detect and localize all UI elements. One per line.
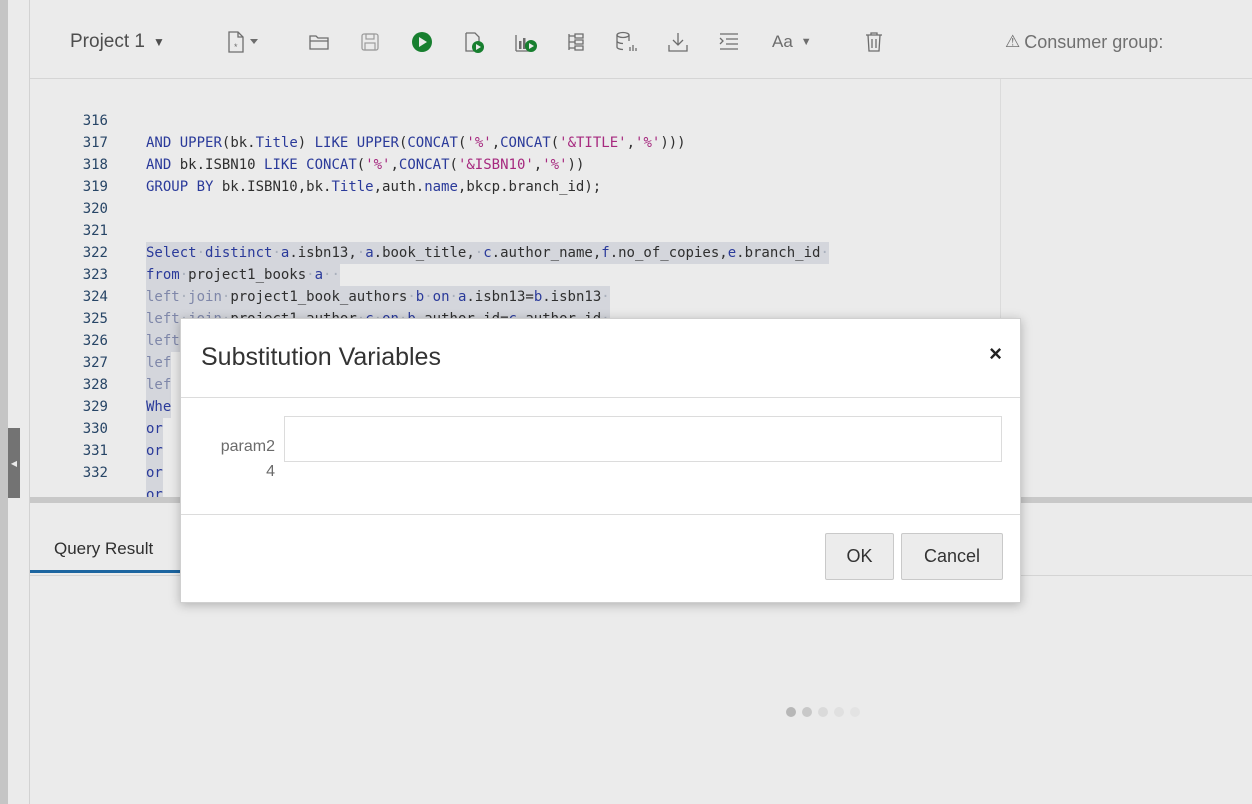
ok-button[interactable]: OK [825, 533, 894, 580]
param-label: param2 4 [199, 434, 275, 484]
substitution-variables-dialog: Substitution Variables × param2 4 OK Canc… [180, 318, 1021, 603]
dialog-body: param2 4 [181, 398, 1020, 513]
cancel-button[interactable]: Cancel [901, 533, 1003, 580]
dialog-footer: OK Cancel [181, 514, 1020, 605]
param-label-line: param2 [220, 438, 275, 455]
close-icon[interactable]: × [989, 341, 1002, 367]
dialog-header: Substitution Variables × [181, 319, 1020, 398]
param-value-input[interactable] [284, 416, 1002, 462]
param-label-line: 4 [266, 463, 275, 480]
dialog-title: Substitution Variables [201, 343, 441, 371]
